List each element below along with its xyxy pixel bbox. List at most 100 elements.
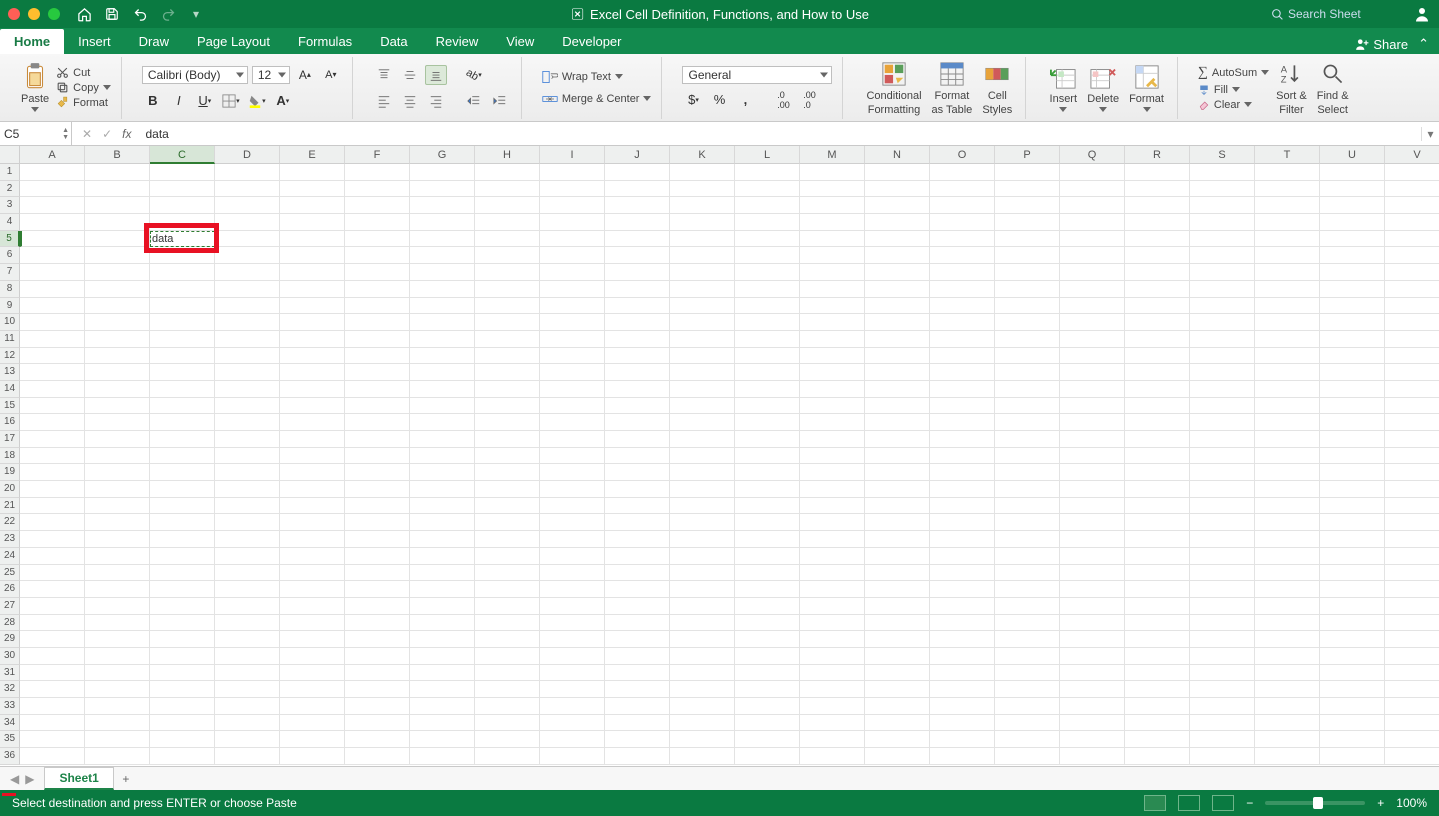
tab-page-layout[interactable]: Page Layout xyxy=(183,29,284,54)
row-header-4[interactable]: 4 xyxy=(0,214,20,231)
cell-O23[interactable] xyxy=(930,531,995,548)
cell-J13[interactable] xyxy=(605,364,670,381)
cell-R3[interactable] xyxy=(1125,197,1190,214)
align-bottom-button[interactable] xyxy=(425,65,447,85)
cell-Q31[interactable] xyxy=(1060,665,1125,682)
cell-U3[interactable] xyxy=(1320,197,1385,214)
cell-P1[interactable] xyxy=(995,164,1060,181)
font-color-button[interactable]: A▾ xyxy=(272,91,294,111)
cell-U27[interactable] xyxy=(1320,598,1385,615)
cell-B14[interactable] xyxy=(85,381,150,398)
cell-K18[interactable] xyxy=(670,448,735,465)
cell-D16[interactable] xyxy=(215,414,280,431)
cell-M29[interactable] xyxy=(800,631,865,648)
cell-A21[interactable] xyxy=(20,498,85,515)
cell-C8[interactable] xyxy=(150,281,215,298)
cell-I35[interactable] xyxy=(540,731,605,748)
cell-N28[interactable] xyxy=(865,615,930,632)
col-header-G[interactable]: G xyxy=(410,146,475,164)
cell-I24[interactable] xyxy=(540,548,605,565)
cell-O5[interactable] xyxy=(930,231,995,248)
cell-R16[interactable] xyxy=(1125,414,1190,431)
percent-button[interactable]: % xyxy=(708,90,730,110)
col-header-I[interactable]: I xyxy=(540,146,605,164)
cell-U32[interactable] xyxy=(1320,681,1385,698)
col-header-F[interactable]: F xyxy=(345,146,410,164)
cell-C19[interactable] xyxy=(150,464,215,481)
cell-F26[interactable] xyxy=(345,581,410,598)
cell-O13[interactable] xyxy=(930,364,995,381)
cell-T11[interactable] xyxy=(1255,331,1320,348)
cell-N30[interactable] xyxy=(865,648,930,665)
cell-R32[interactable] xyxy=(1125,681,1190,698)
cell-B11[interactable] xyxy=(85,331,150,348)
cell-D7[interactable] xyxy=(215,264,280,281)
cell-N2[interactable] xyxy=(865,181,930,198)
cell-G22[interactable] xyxy=(410,514,475,531)
cell-L15[interactable] xyxy=(735,398,800,415)
cell-V19[interactable] xyxy=(1385,464,1439,481)
cell-S10[interactable] xyxy=(1190,314,1255,331)
cell-Q7[interactable] xyxy=(1060,264,1125,281)
cell-C26[interactable] xyxy=(150,581,215,598)
cell-D9[interactable] xyxy=(215,298,280,315)
cell-B35[interactable] xyxy=(85,731,150,748)
cell-K20[interactable] xyxy=(670,481,735,498)
cell-O11[interactable] xyxy=(930,331,995,348)
cell-S18[interactable] xyxy=(1190,448,1255,465)
cell-D22[interactable] xyxy=(215,514,280,531)
cell-U31[interactable] xyxy=(1320,665,1385,682)
cell-H7[interactable] xyxy=(475,264,540,281)
cell-H8[interactable] xyxy=(475,281,540,298)
cell-P6[interactable] xyxy=(995,247,1060,264)
col-header-Q[interactable]: Q xyxy=(1060,146,1125,164)
cell-F34[interactable] xyxy=(345,715,410,732)
cell-E12[interactable] xyxy=(280,348,345,365)
cell-R33[interactable] xyxy=(1125,698,1190,715)
cell-M4[interactable] xyxy=(800,214,865,231)
cell-B5[interactable] xyxy=(85,231,150,248)
cell-N5[interactable] xyxy=(865,231,930,248)
cell-F31[interactable] xyxy=(345,665,410,682)
cell-C34[interactable] xyxy=(150,715,215,732)
cell-R23[interactable] xyxy=(1125,531,1190,548)
cell-R29[interactable] xyxy=(1125,631,1190,648)
cell-N6[interactable] xyxy=(865,247,930,264)
fill-color-button[interactable]: ▾ xyxy=(246,91,268,111)
cell-M10[interactable] xyxy=(800,314,865,331)
number-format-combo[interactable]: General xyxy=(682,66,832,84)
cell-D12[interactable] xyxy=(215,348,280,365)
cell-S5[interactable] xyxy=(1190,231,1255,248)
cell-L30[interactable] xyxy=(735,648,800,665)
cell-C14[interactable] xyxy=(150,381,215,398)
cell-C36[interactable] xyxy=(150,748,215,765)
cell-H1[interactable] xyxy=(475,164,540,181)
cell-I11[interactable] xyxy=(540,331,605,348)
row-header-29[interactable]: 29 xyxy=(0,631,20,648)
cell-A34[interactable] xyxy=(20,715,85,732)
cell-N35[interactable] xyxy=(865,731,930,748)
cell-J20[interactable] xyxy=(605,481,670,498)
cell-M5[interactable] xyxy=(800,231,865,248)
cell-A18[interactable] xyxy=(20,448,85,465)
cell-L14[interactable] xyxy=(735,381,800,398)
cell-Q19[interactable] xyxy=(1060,464,1125,481)
cell-U17[interactable] xyxy=(1320,431,1385,448)
conditional-formatting-button[interactable]: Conditional Formatting xyxy=(863,60,924,116)
cell-R36[interactable] xyxy=(1125,748,1190,765)
col-header-D[interactable]: D xyxy=(215,146,280,164)
cell-I1[interactable] xyxy=(540,164,605,181)
cell-F24[interactable] xyxy=(345,548,410,565)
cell-Q27[interactable] xyxy=(1060,598,1125,615)
row-header-17[interactable]: 17 xyxy=(0,431,20,448)
cell-B21[interactable] xyxy=(85,498,150,515)
cell-F2[interactable] xyxy=(345,181,410,198)
cell-M28[interactable] xyxy=(800,615,865,632)
cell-A29[interactable] xyxy=(20,631,85,648)
cell-E33[interactable] xyxy=(280,698,345,715)
cell-Q17[interactable] xyxy=(1060,431,1125,448)
cell-D8[interactable] xyxy=(215,281,280,298)
cell-N4[interactable] xyxy=(865,214,930,231)
cell-U2[interactable] xyxy=(1320,181,1385,198)
cell-K12[interactable] xyxy=(670,348,735,365)
